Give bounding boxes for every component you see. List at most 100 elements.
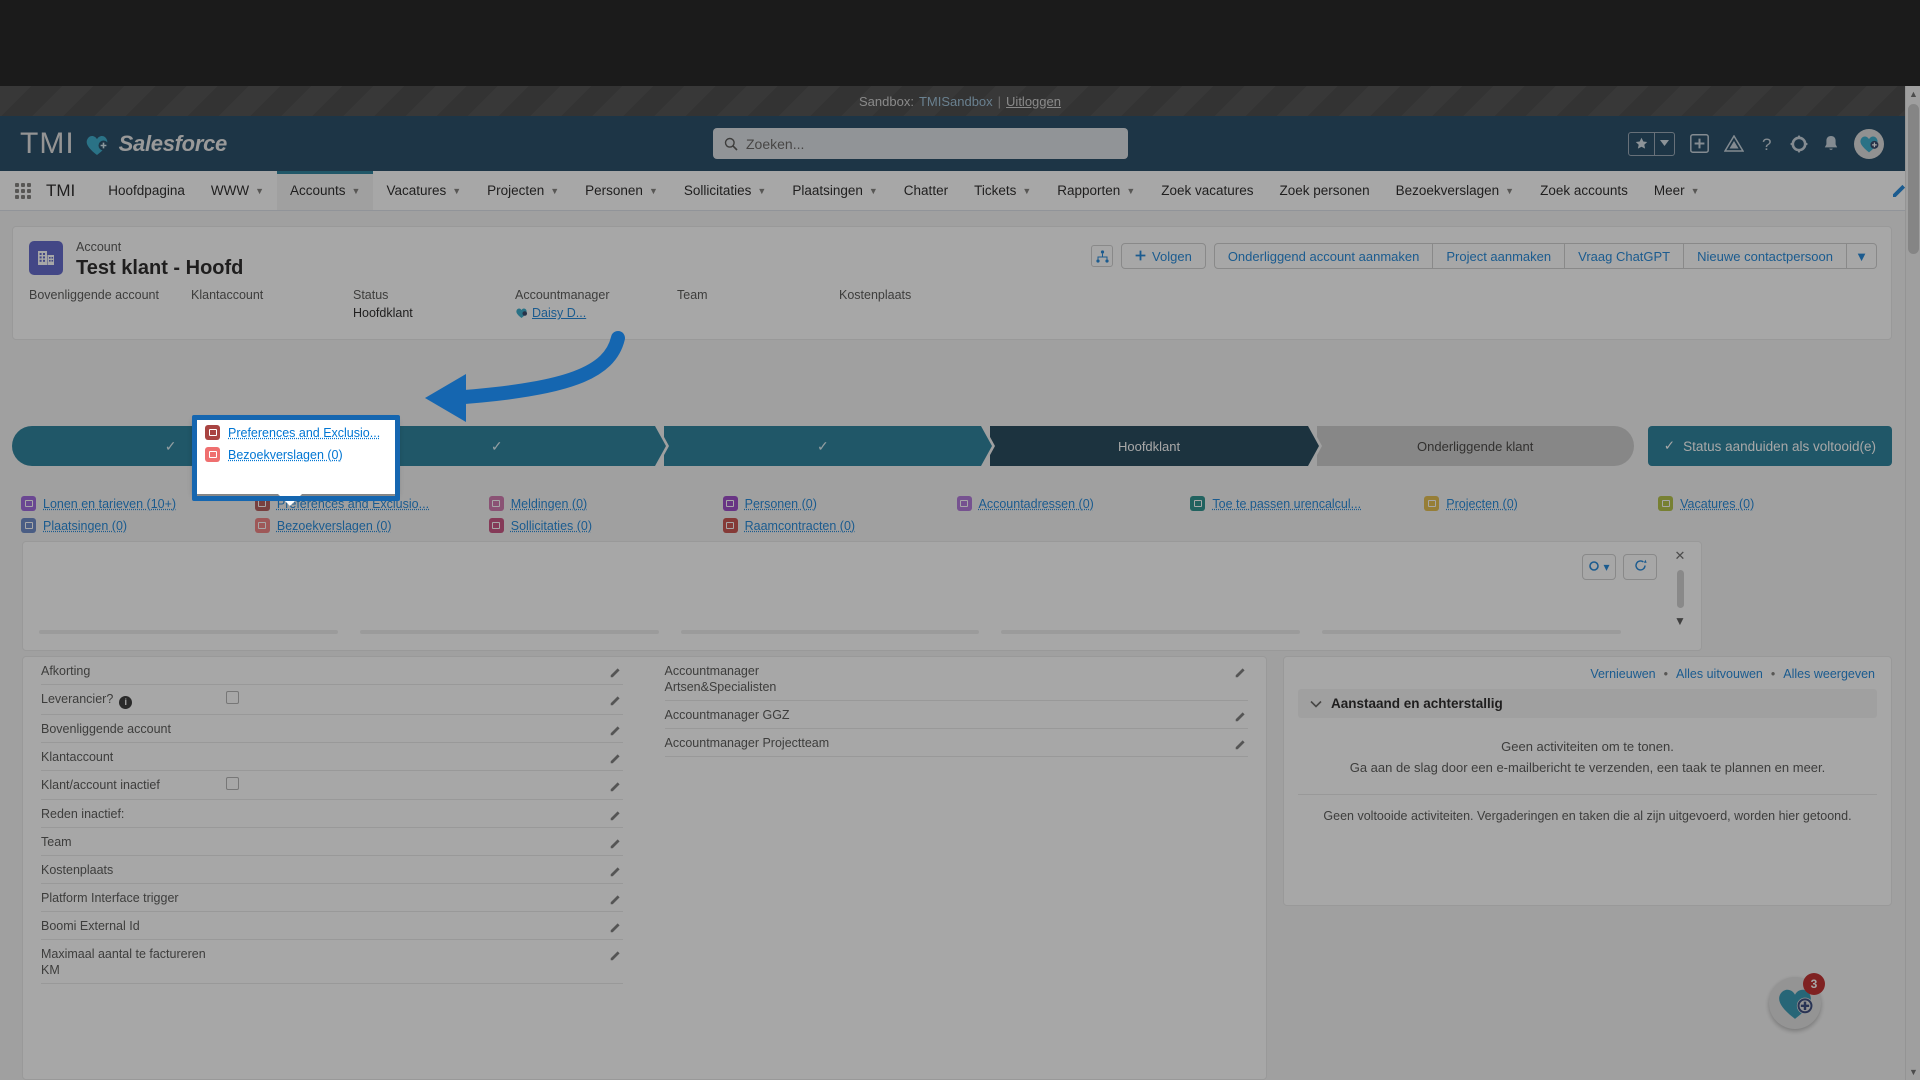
- nav-item-vacatures[interactable]: Vacatures ▼: [373, 171, 474, 210]
- pencil-icon[interactable]: [610, 920, 621, 938]
- checkbox[interactable]: [226, 691, 239, 704]
- scroll-down-icon[interactable]: ▼: [1674, 614, 1686, 628]
- heart-plus-fab[interactable]: 3: [1769, 977, 1821, 1029]
- info-icon[interactable]: i: [119, 696, 132, 709]
- quick-link-toe-te-passen-urencalculaties[interactable]: Toe te passen urencalcul...: [1190, 496, 1424, 511]
- pencil-icon[interactable]: [610, 751, 621, 769]
- nav-item-sollicitaties[interactable]: Sollicitaties ▼: [671, 171, 779, 210]
- create-project-button[interactable]: Project aanmaken: [1433, 243, 1565, 269]
- quick-link-personen[interactable]: Personen (0): [723, 496, 957, 511]
- pencil-icon[interactable]: [1235, 709, 1246, 727]
- global-search-box[interactable]: [713, 128, 1128, 159]
- nav-item-zoek-personen[interactable]: Zoek personen: [1267, 171, 1383, 210]
- checkbox[interactable]: [226, 777, 239, 790]
- nav-item-plaatsingen[interactable]: Plaatsingen ▼: [779, 171, 890, 210]
- app-name-label[interactable]: TMI: [46, 171, 95, 210]
- quick-link-bezoekverslagen[interactable]: Bezoekverslagen (0): [255, 518, 489, 533]
- quick-link-label[interactable]: Vacatures (0): [1680, 497, 1754, 511]
- compact-field-status: Status Hoofdklant: [353, 287, 515, 325]
- nav-item-www[interactable]: WWW ▼: [198, 171, 277, 210]
- list-settings-button[interactable]: ▾: [1582, 554, 1616, 580]
- help-icon[interactable]: ?: [1759, 135, 1775, 153]
- user-avatar-icon[interactable]: [1854, 129, 1884, 159]
- nav-item-meer[interactable]: Meer ▼: [1641, 171, 1713, 210]
- pencil-icon[interactable]: [610, 892, 621, 910]
- nav-item-hoofdpagina[interactable]: Hoofdpagina: [95, 171, 198, 210]
- nav-item-personen[interactable]: Personen ▼: [572, 171, 671, 210]
- view-all-link[interactable]: Alles weergeven: [1783, 667, 1875, 681]
- quick-link-sollicitaties[interactable]: Sollicitaties (0): [489, 518, 723, 533]
- new-contact-button[interactable]: Nieuwe contactpersoon: [1684, 243, 1847, 269]
- quick-link-meldingen[interactable]: Meldingen (0): [489, 496, 723, 511]
- favorites-caret-icon[interactable]: [1654, 133, 1674, 155]
- page-scrollbar-thumb[interactable]: [1908, 104, 1919, 254]
- gear-icon[interactable]: [1790, 135, 1808, 153]
- create-child-account-button[interactable]: Onderliggend account aanmaken: [1214, 243, 1434, 269]
- path-step-3[interactable]: ✓: [664, 426, 981, 466]
- nav-item-accounts[interactable]: Accounts ▼: [277, 171, 373, 210]
- account-hierarchy-icon[interactable]: [1091, 245, 1113, 267]
- quick-link-vacatures[interactable]: Vacatures (0): [1658, 496, 1892, 511]
- trailhead-icon[interactable]: [1724, 135, 1744, 153]
- nav-item-chatter[interactable]: Chatter: [891, 171, 961, 210]
- add-icon[interactable]: [1690, 134, 1709, 153]
- quick-link-label[interactable]: Toe te passen urencalcul...: [1212, 497, 1361, 511]
- favorites-control[interactable]: [1628, 132, 1675, 156]
- quick-link-label[interactable]: Bezoekverslagen (0): [277, 519, 392, 533]
- quick-link-label[interactable]: Raamcontracten (0): [745, 519, 855, 533]
- mark-status-complete-button[interactable]: ✓ Status aanduiden als voltooid(e): [1648, 426, 1892, 466]
- page-scrollbar[interactable]: ▲ ▼: [1905, 86, 1920, 1080]
- pencil-icon[interactable]: [610, 693, 621, 711]
- more-actions-caret-icon[interactable]: ▼: [1847, 243, 1877, 269]
- refresh-link[interactable]: Vernieuwen: [1590, 667, 1655, 681]
- follow-button[interactable]: Volgen: [1121, 243, 1206, 269]
- quick-link-accountadressen[interactable]: Accountadressen (0): [957, 496, 1191, 511]
- quick-link-raamcontracten[interactable]: Raamcontracten (0): [723, 518, 957, 533]
- quick-link-plaatsingen[interactable]: Plaatsingen (0): [21, 518, 255, 533]
- pencil-icon[interactable]: [610, 864, 621, 882]
- activity-section-header[interactable]: Aanstaand en achterstallig: [1298, 689, 1877, 718]
- field-label: Reden inactief:: [41, 806, 226, 822]
- logout-link[interactable]: Uitloggen: [1006, 94, 1061, 109]
- notifications-bell-icon[interactable]: [1823, 135, 1839, 153]
- search-input[interactable]: [746, 136, 1117, 152]
- favorites-star-icon[interactable]: [1629, 133, 1654, 155]
- scroll-up-arrow-icon[interactable]: ▲: [1906, 86, 1920, 102]
- quick-link-label[interactable]: Meldingen (0): [511, 497, 587, 511]
- accountmanager-link[interactable]: Daisy D...: [532, 306, 586, 320]
- pencil-icon[interactable]: [610, 808, 621, 826]
- pencil-icon[interactable]: [610, 665, 621, 683]
- path-step-onderliggende-klant[interactable]: Onderliggende klant: [1317, 426, 1634, 466]
- quick-link-label[interactable]: Personen (0): [745, 497, 817, 511]
- ask-chatgpt-button[interactable]: Vraag ChatGPT: [1565, 243, 1684, 269]
- nav-item-rapporten[interactable]: Rapporten ▼: [1044, 171, 1148, 210]
- nav-item-projecten[interactable]: Projecten ▼: [474, 171, 572, 210]
- quick-link-label[interactable]: Projecten (0): [1446, 497, 1518, 511]
- quick-link-label[interactable]: Lonen en tarieven (10+): [43, 497, 176, 511]
- nav-item-tickets[interactable]: Tickets ▼: [961, 171, 1044, 210]
- brand-logo[interactable]: TMI Salesforce: [20, 127, 227, 161]
- refresh-button[interactable]: [1623, 554, 1657, 580]
- expand-all-link[interactable]: Alles uitvouwen: [1676, 667, 1763, 681]
- app-launcher-icon[interactable]: [0, 171, 46, 210]
- scroll-down-arrow-icon[interactable]: ▼: [1906, 1064, 1920, 1080]
- path-step-hoofdklant[interactable]: Hoofdklant: [990, 426, 1307, 466]
- pencil-icon[interactable]: [610, 779, 621, 797]
- close-icon[interactable]: ✕: [1675, 548, 1686, 564]
- quick-link-label[interactable]: Sollicitaties (0): [511, 519, 592, 533]
- quick-link-projecten[interactable]: Projecten (0): [1424, 496, 1658, 511]
- scrollbar-thumb[interactable]: [1677, 570, 1684, 608]
- pencil-icon[interactable]: [1235, 665, 1246, 683]
- pencil-icon[interactable]: [610, 836, 621, 854]
- quick-link-label[interactable]: Accountadressen (0): [979, 497, 1094, 511]
- path-step-label: Hoofdklant: [1118, 439, 1180, 454]
- nav-item-zoek-vacatures[interactable]: Zoek vacatures: [1148, 171, 1266, 210]
- pencil-icon[interactable]: [1235, 737, 1246, 755]
- quick-link-label[interactable]: Plaatsingen (0): [43, 519, 127, 533]
- pencil-icon[interactable]: [610, 723, 621, 741]
- pencil-icon[interactable]: [610, 948, 621, 966]
- chevron-down-icon: ▼: [649, 186, 658, 196]
- meldingen-icon: [489, 496, 504, 511]
- nav-item-bezoekverslagen[interactable]: Bezoekverslagen ▼: [1383, 171, 1528, 210]
- nav-item-zoek-accounts[interactable]: Zoek accounts: [1527, 171, 1641, 210]
